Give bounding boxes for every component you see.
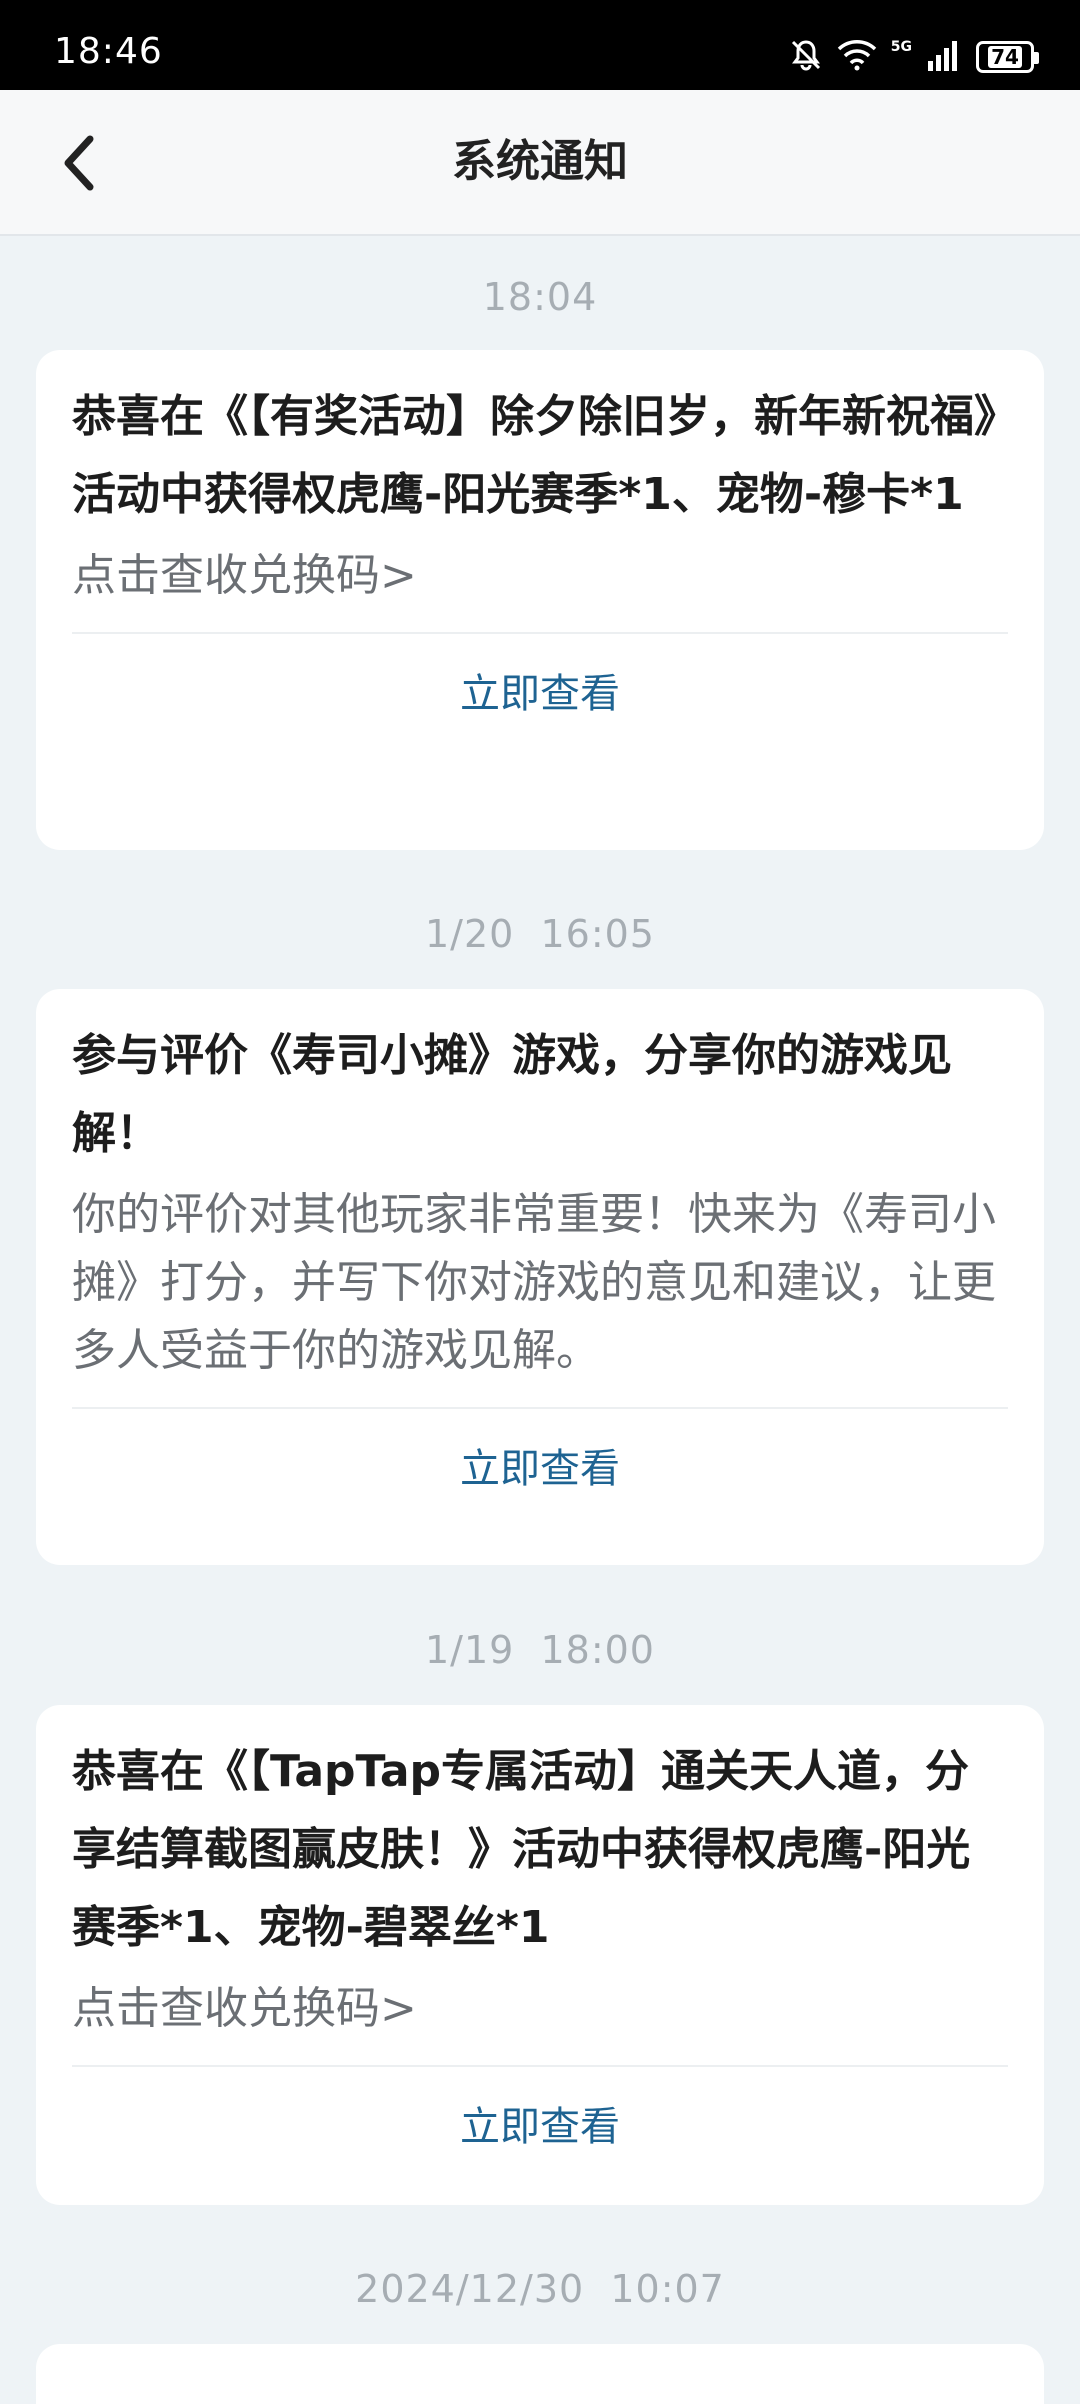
app-header: 系统通知 (0, 90, 1080, 236)
timestamp: 2024/12/30 10:07 (355, 2267, 725, 2311)
notification-card[interactable]: 恭喜在《【有奖活动】除夕除旧岁，新年新祝福》活动中获得权虎鹰-阳光赛季*1、宠物… (36, 350, 1044, 850)
notification-body: 你的评价对其他玩家非常重要！快来为《寿司小摊》打分，并写下你对游戏的意见和建议，… (72, 1189, 996, 1376)
timestamp: 18:04 (482, 275, 598, 319)
status-icons: 5G 74 (789, 38, 1039, 76)
status-time: 18:46 (54, 31, 163, 72)
view-now-button[interactable]: 立即查看 (72, 1409, 1008, 1527)
redeem-code-link[interactable]: 点击查收兑换码> (72, 542, 1008, 610)
battery-icon: 74 (976, 41, 1039, 73)
view-now-button[interactable]: 立即查看 (72, 634, 1008, 752)
battery-level: 74 (988, 46, 1022, 68)
notification-title: 恭喜在《【有奖活动】除夕除旧岁，新年新祝福》活动中获得权虎鹰-阳光赛季*1、宠物… (72, 391, 996, 520)
notification-card[interactable] (36, 2344, 1044, 2404)
page-title: 系统通知 (452, 136, 628, 187)
notification-card[interactable]: 恭喜在《【TapTap专属活动】通关天人道，分享结算截图赢皮肤！》活动中获得权虎… (36, 1705, 1044, 2205)
signal-icon (926, 39, 962, 75)
view-now-button[interactable]: 立即查看 (72, 2067, 1008, 2185)
notification-title: 参与评价《寿司小摊》游戏，分享你的游戏见解！ (72, 1030, 952, 1159)
notification-card[interactable]: 参与评价《寿司小摊》游戏，分享你的游戏见解！ 你的评价对其他玩家非常重要！快来为… (36, 989, 1044, 1565)
notification-title: 恭喜在《【TapTap专属活动】通关天人道，分享结算截图赢皮肤！》活动中获得权虎… (72, 1746, 971, 1953)
timestamp: 1/20 16:05 (424, 912, 655, 956)
mute-bell-icon (789, 38, 823, 76)
redeem-code-link[interactable]: 点击查收兑换码> (72, 1975, 1008, 2043)
timestamp: 1/19 18:00 (424, 1628, 655, 1672)
network-label: 5G (890, 39, 912, 55)
wifi-icon (837, 39, 877, 75)
status-bar: 18:46 5G 74 (0, 0, 1080, 90)
